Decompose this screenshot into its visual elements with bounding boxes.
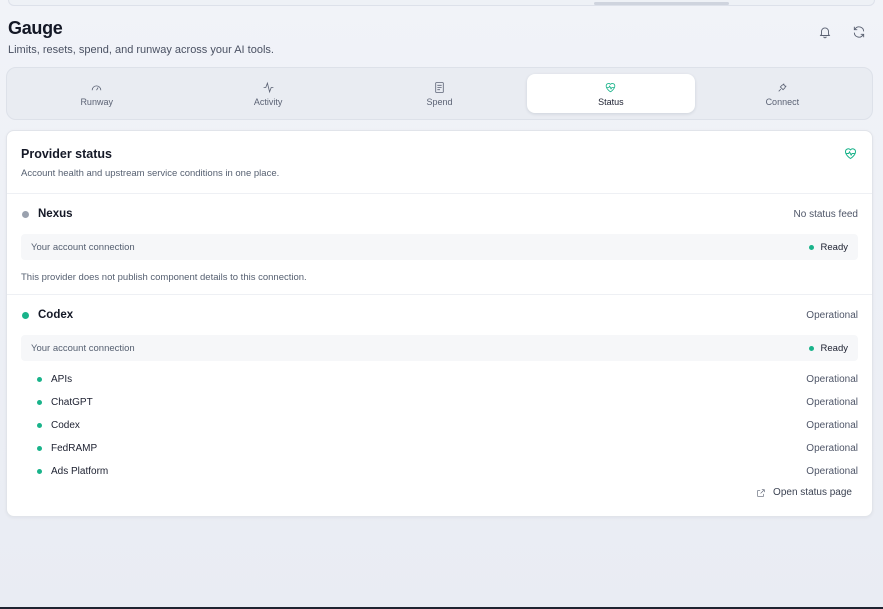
status-dot [22,311,29,319]
component-name: Ads Platform [51,466,109,477]
receipt-icon [435,81,444,93]
ready-badge: Ready [808,241,848,253]
tab-label: Activity [253,96,283,107]
provider-name: Codex [38,309,74,321]
tab-activity[interactable]: Activity [184,74,351,113]
status-dot [22,210,29,218]
component-name: FedRAMP [51,443,98,454]
tab-bar: Runway Activity Spend Status Connect [6,67,873,120]
provider-codex: Codex Operational Your account connectio… [7,295,872,483]
list-item: APIs Operational [21,368,858,391]
component-status: Operational [806,443,858,454]
component-status: Operational [806,466,858,477]
account-connection-row: Your account connection Ready [21,335,858,361]
account-status: Ready [820,241,848,253]
header-actions [815,22,869,42]
open-status-page-link[interactable]: Open status page [756,487,852,498]
list-item: Ads Platform Operational [21,460,858,483]
component-name: Codex [51,420,80,431]
component-status: Operational [806,420,858,431]
provider-row: Nexus No status feed [21,194,858,234]
tab-label: Spend [426,96,453,107]
gauge-icon [91,84,102,90]
card-subtitle: Account health and upstream service cond… [21,168,280,179]
provider-row: Codex Operational [21,295,858,335]
ready-badge: Ready [808,342,848,354]
status-dot [808,345,814,351]
open-status-label: Open status page [773,487,852,498]
provider-name: Nexus [38,208,73,220]
provider-status-card: Provider status Account health and upstr… [6,130,873,517]
top-panel-edge [8,0,875,6]
bell-icon[interactable] [815,22,835,42]
component-name: APIs [51,374,73,385]
tab-runway[interactable]: Runway [13,74,180,113]
status-dot [37,377,42,382]
account-status: Ready [820,342,848,354]
provider-nexus: Nexus No status feed Your account connec… [7,194,872,295]
provider-status: No status feed [793,208,858,220]
card-title: Provider status [21,147,113,161]
provider-note: This provider does not publish component… [21,271,307,283]
provider-status: Operational [806,309,858,321]
plug-icon [778,82,787,92]
app-header: Gauge Limits, resets, spend, and runway … [8,18,875,58]
list-item: FedRAMP Operational [21,437,858,460]
component-name: ChatGPT [51,397,93,408]
account-label: Your account connection [31,342,135,354]
heart-pulse-icon [843,146,858,166]
list-item: ChatGPT Operational [21,391,858,414]
external-link-icon [757,488,765,497]
component-status: Operational [806,397,858,408]
component-list: APIs Operational ChatGPT Operational Cod… [21,361,858,483]
tab-label: Status [598,96,624,107]
tab-label: Runway [80,96,113,107]
tab-spend[interactable]: Spend [356,74,523,113]
component-status: Operational [806,374,858,385]
status-dot [37,423,42,428]
account-label: Your account connection [31,241,135,253]
tab-label: Connect [765,96,800,107]
top-panel-bar [594,2,729,5]
status-dot [37,446,42,451]
heart-pulse-icon [606,82,616,92]
tab-connect[interactable]: Connect [699,74,866,113]
card-header: Provider status Account health and upstr… [7,131,872,194]
tab-status[interactable]: Status [527,74,695,113]
refresh-icon[interactable] [849,22,869,42]
status-dot [37,400,42,405]
app-title: Gauge [8,18,63,38]
account-connection-row: Your account connection Ready [21,234,858,260]
status-dot [37,469,42,474]
app-subtitle: Limits, resets, spend, and runway across… [8,44,274,56]
activity-icon [263,81,273,93]
list-item: Codex Operational [21,414,858,437]
status-dot [808,244,814,250]
